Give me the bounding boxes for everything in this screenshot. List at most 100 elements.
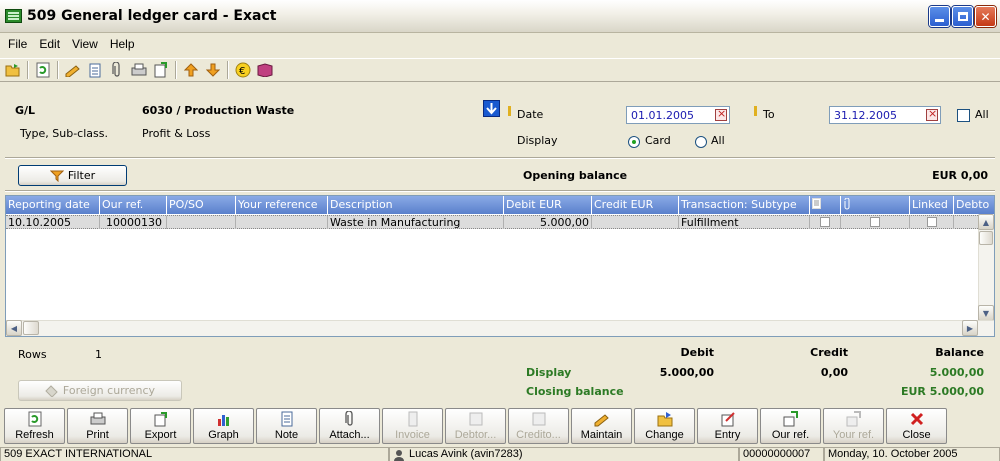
invoice-icon [405,411,421,427]
column-header[interactable]: PO/SO [167,196,236,214]
note-icon[interactable] [86,61,104,79]
date-from-field[interactable]: 01.01.2005 [626,106,730,124]
toolbar-separator [175,61,177,79]
column-header[interactable]: Our ref. [100,196,167,214]
graph-button[interactable]: Graph [193,408,254,444]
euro-icon[interactable]: € [234,61,252,79]
menu-file[interactable]: File [2,37,33,51]
gl-value: 6030 / Production Waste [142,104,295,117]
maintain-icon [594,411,610,427]
cell-note [810,216,841,229]
note-checkbox[interactable] [820,217,830,227]
print-icon[interactable] [130,61,148,79]
divider [5,190,995,192]
button-label: Change [645,429,684,441]
paperclip-icon[interactable] [108,61,126,79]
window-close-button[interactable]: ✕ [975,6,996,27]
button-label: Debtor... [454,429,497,441]
attachment-column-header[interactable] [841,196,910,214]
button-label: Close [902,429,931,441]
credit-label: Credit [810,346,848,359]
note-column-header[interactable] [810,196,841,214]
column-header[interactable]: Your reference [236,196,328,214]
refresh-button[interactable]: Refresh [4,408,65,444]
scroll-left-icon[interactable]: ◀ [6,320,22,336]
invoice-button[interactable]: Invoice [382,408,443,444]
vertical-scrollbar[interactable]: ▲ ▼ [978,214,994,321]
column-header[interactable]: Transaction: Subtype [679,196,810,214]
column-header[interactable]: Debto [954,196,994,214]
your-ref-button[interactable]: Your ref. [823,408,884,444]
attach-button[interactable]: Attach... [319,408,380,444]
down-arrow-icon[interactable] [483,100,500,117]
cell-reporting-date: 10.10.2005 [6,216,100,229]
foreign-currency-button[interactable]: Foreign currency [18,380,182,401]
pencil-icon[interactable] [64,61,82,79]
horizontal-scrollbar[interactable]: ◀ ▶ [6,320,994,336]
scroll-right-icon[interactable]: ▶ [962,320,978,336]
cell-your-reference [236,216,328,229]
minimize-button[interactable] [929,6,950,27]
menu-help[interactable]: Help [104,37,141,51]
entry-button[interactable]: Entry [697,408,758,444]
column-header[interactable]: Debit EUR [504,196,592,214]
change-button[interactable]: Change [634,408,695,444]
scroll-down-icon[interactable]: ▼ [978,305,994,321]
gl-label: G/L [15,104,36,117]
column-header[interactable]: Linked [910,196,954,214]
credito-button[interactable]: Credito... [508,408,569,444]
maintain-button[interactable]: Maintain [571,408,632,444]
debtor-button[interactable]: Debtor... [445,408,506,444]
print-icon [90,411,106,427]
attachment-checkbox[interactable] [870,217,880,227]
all-label: All [975,108,989,121]
column-header[interactable]: Reporting date [6,196,100,214]
to-label: To [763,108,775,121]
cell-po-so [167,216,236,229]
display-all-radio[interactable] [695,136,707,148]
open-folder-icon[interactable] [4,61,22,79]
date-label: Date [517,108,544,121]
calendar-icon[interactable] [715,107,727,121]
scroll-up-icon[interactable]: ▲ [978,214,994,230]
note-button[interactable]: Note [256,408,317,444]
column-header[interactable]: Description [328,196,504,214]
closing-balance-value: EUR 5.000,00 [900,385,984,398]
refresh-icon[interactable] [34,61,52,79]
rows-label: Rows [18,348,47,361]
calendar-icon[interactable] [926,107,938,121]
button-label: Credito... [516,429,561,441]
scroll-thumb[interactable] [23,321,39,335]
print-button[interactable]: Print [67,408,128,444]
column-header[interactable]: Credit EUR [592,196,679,214]
rows-value: 1 [95,348,102,361]
date-to-field[interactable]: 31.12.2005 [829,106,941,124]
all-checkbox[interactable] [957,109,970,122]
paperclip-icon [844,197,850,210]
scroll-thumb[interactable] [979,231,993,245]
opening-balance-value: EUR 0,00 [932,169,988,182]
maximize-button[interactable] [952,6,973,27]
export-button[interactable]: Export [130,408,191,444]
linked-checkbox[interactable] [926,217,937,227]
menu-view[interactable]: View [66,37,104,51]
close-icon [909,411,925,427]
entry-icon [720,411,736,427]
status-code: 00000000007 [739,447,824,461]
debtor-icon [468,411,484,427]
table-row[interactable]: 10.10.2005 10000130 Waste in Manufacturi… [6,215,994,229]
close-button[interactable]: Close [886,408,947,444]
arrow-up-icon[interactable] [182,61,200,79]
toolbar-separator [27,61,29,79]
our-ref-button[interactable]: Our ref. [760,408,821,444]
book-icon[interactable] [256,61,274,79]
button-label: Invoice [395,429,430,441]
opening-balance-label: Opening balance [523,169,628,182]
menu-edit[interactable]: Edit [33,37,66,51]
button-label: Attach... [329,429,370,441]
filter-button[interactable]: Filter [18,165,127,186]
export-icon[interactable] [152,61,170,79]
arrow-down-icon[interactable] [204,61,222,79]
app-icon [5,9,22,23]
display-card-radio[interactable] [628,136,640,148]
